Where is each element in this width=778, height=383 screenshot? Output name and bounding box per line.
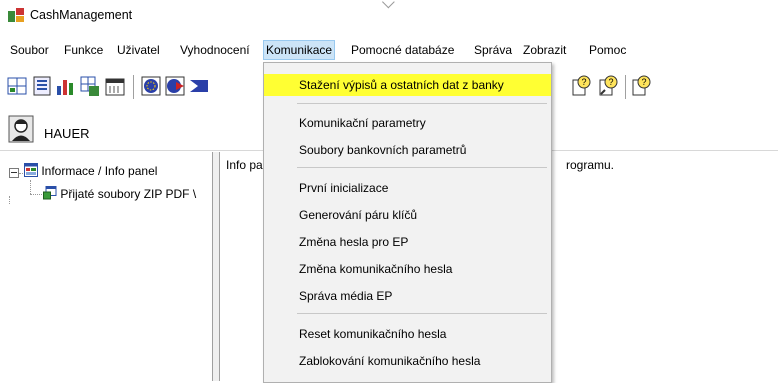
menu-item-label: Stažení výpisů a ostatních dat z banky xyxy=(299,78,504,92)
menu-komunikace[interactable]: Komunikace xyxy=(263,40,336,60)
tree-connector xyxy=(30,180,31,194)
statement-icon[interactable] xyxy=(31,74,53,98)
help-search-icon[interactable]: ? xyxy=(597,74,619,98)
menu-zobrazit[interactable]: Zobrazit xyxy=(521,41,568,59)
balance-icon[interactable] xyxy=(6,74,28,98)
svg-text:?: ? xyxy=(641,77,646,87)
menu-funkce[interactable]: Funkce xyxy=(62,41,105,59)
user-avatar-icon xyxy=(8,115,34,143)
window-title: CashManagement xyxy=(30,8,133,22)
menu-item-block-comm-password[interactable]: Zablokování komunikačního hesla xyxy=(264,350,551,372)
eu-icon[interactable] xyxy=(140,74,162,98)
menu-item-label: Změna hesla pro EP xyxy=(299,235,409,249)
calendar-icon[interactable] xyxy=(104,74,126,98)
menu-soubor[interactable]: Soubor xyxy=(8,41,51,59)
menu-item-ep-media-admin[interactable]: Správa média EP xyxy=(264,285,551,307)
panel-icon xyxy=(24,163,38,177)
menu-item-label: Reset komunikačního hesla xyxy=(299,327,447,341)
menu-vyhodnoceni[interactable]: Vyhodnocení xyxy=(178,41,252,59)
drag-handle-icon xyxy=(382,0,395,9)
menu-uzivatel[interactable]: Uživatel xyxy=(115,41,162,59)
chart-icon[interactable] xyxy=(54,74,76,98)
navigation-tree: Informace / Info panel Přijaté soubory Z… xyxy=(0,152,212,381)
flag-icon[interactable] xyxy=(188,74,210,98)
menu-item-label: Generování páru klíčů xyxy=(299,208,418,222)
menu-item-label: Soubory bankovních parametrů xyxy=(299,143,467,157)
menu-item-download-statements[interactable]: Stažení výpisů a ostatních dat z banky xyxy=(264,74,551,96)
menu-item-generate-key-pair[interactable]: Generování páru klíčů xyxy=(264,204,551,226)
tree-node-info-panel[interactable]: Informace / Info panel xyxy=(24,163,157,178)
menu-pomocne-databaze[interactable]: Pomocné databáze xyxy=(349,41,456,59)
help-document-icon[interactable]: ? xyxy=(570,74,592,98)
menu-item-label: Změna komunikačního hesla xyxy=(299,262,453,276)
toolbar-separator xyxy=(133,75,134,99)
menu-separator xyxy=(297,167,547,168)
menu-item-change-ep-password[interactable]: Změna hesla pro EP xyxy=(264,231,551,253)
menu-item-label: Komunikační parametry xyxy=(299,116,426,130)
tree-label: Přijaté soubory ZIP PDF \ xyxy=(60,187,197,201)
collapse-icon[interactable] xyxy=(9,168,19,178)
files-icon xyxy=(43,186,57,200)
info-panel-text-end: rogramu. xyxy=(566,158,615,172)
tree-connector xyxy=(9,196,10,204)
payment-icon[interactable] xyxy=(79,74,101,98)
send-icon[interactable] xyxy=(164,74,186,98)
tree-connector xyxy=(30,194,42,195)
menu-pomoc[interactable]: Pomoc xyxy=(587,41,628,59)
svg-text:?: ? xyxy=(581,77,586,87)
menu-item-bank-param-files[interactable]: Soubory bankovních parametrů xyxy=(264,139,551,161)
tree-label: Informace / Info panel xyxy=(41,164,158,178)
menu-item-label: Zablokování komunikačního hesla xyxy=(299,354,481,368)
app-icon xyxy=(8,8,24,22)
menu-bar: Soubor Funkce Uživatel Vyhodnocení Komun… xyxy=(0,38,778,62)
menu-item-label: První inicializace xyxy=(299,181,389,195)
menu-separator xyxy=(297,313,547,314)
komunikace-dropdown-menu: Stažení výpisů a ostatních dat z banky K… xyxy=(263,62,552,383)
tree-connector xyxy=(19,173,23,174)
panel-splitter[interactable] xyxy=(212,152,220,381)
svg-text:?: ? xyxy=(608,77,613,87)
help-window-icon[interactable]: ? xyxy=(630,74,652,98)
info-panel-text-start: Info pa xyxy=(226,158,263,172)
menu-item-communication-params[interactable]: Komunikační parametry xyxy=(264,112,551,134)
menu-item-reset-comm-password[interactable]: Reset komunikačního hesla xyxy=(264,323,551,345)
title-bar: CashManagement xyxy=(0,0,778,30)
user-name: HAUER xyxy=(44,126,90,141)
menu-separator xyxy=(297,103,547,104)
menu-item-first-initialization[interactable]: První inicializace xyxy=(264,177,551,199)
toolbar-separator xyxy=(625,75,626,99)
menu-item-label: Správa média EP xyxy=(299,289,393,303)
menu-sprava[interactable]: Správa xyxy=(472,41,514,59)
tree-node-received-files[interactable]: Přijaté soubory ZIP PDF \ xyxy=(43,186,196,201)
menu-item-change-comm-password[interactable]: Změna komunikačního hesla xyxy=(264,258,551,280)
